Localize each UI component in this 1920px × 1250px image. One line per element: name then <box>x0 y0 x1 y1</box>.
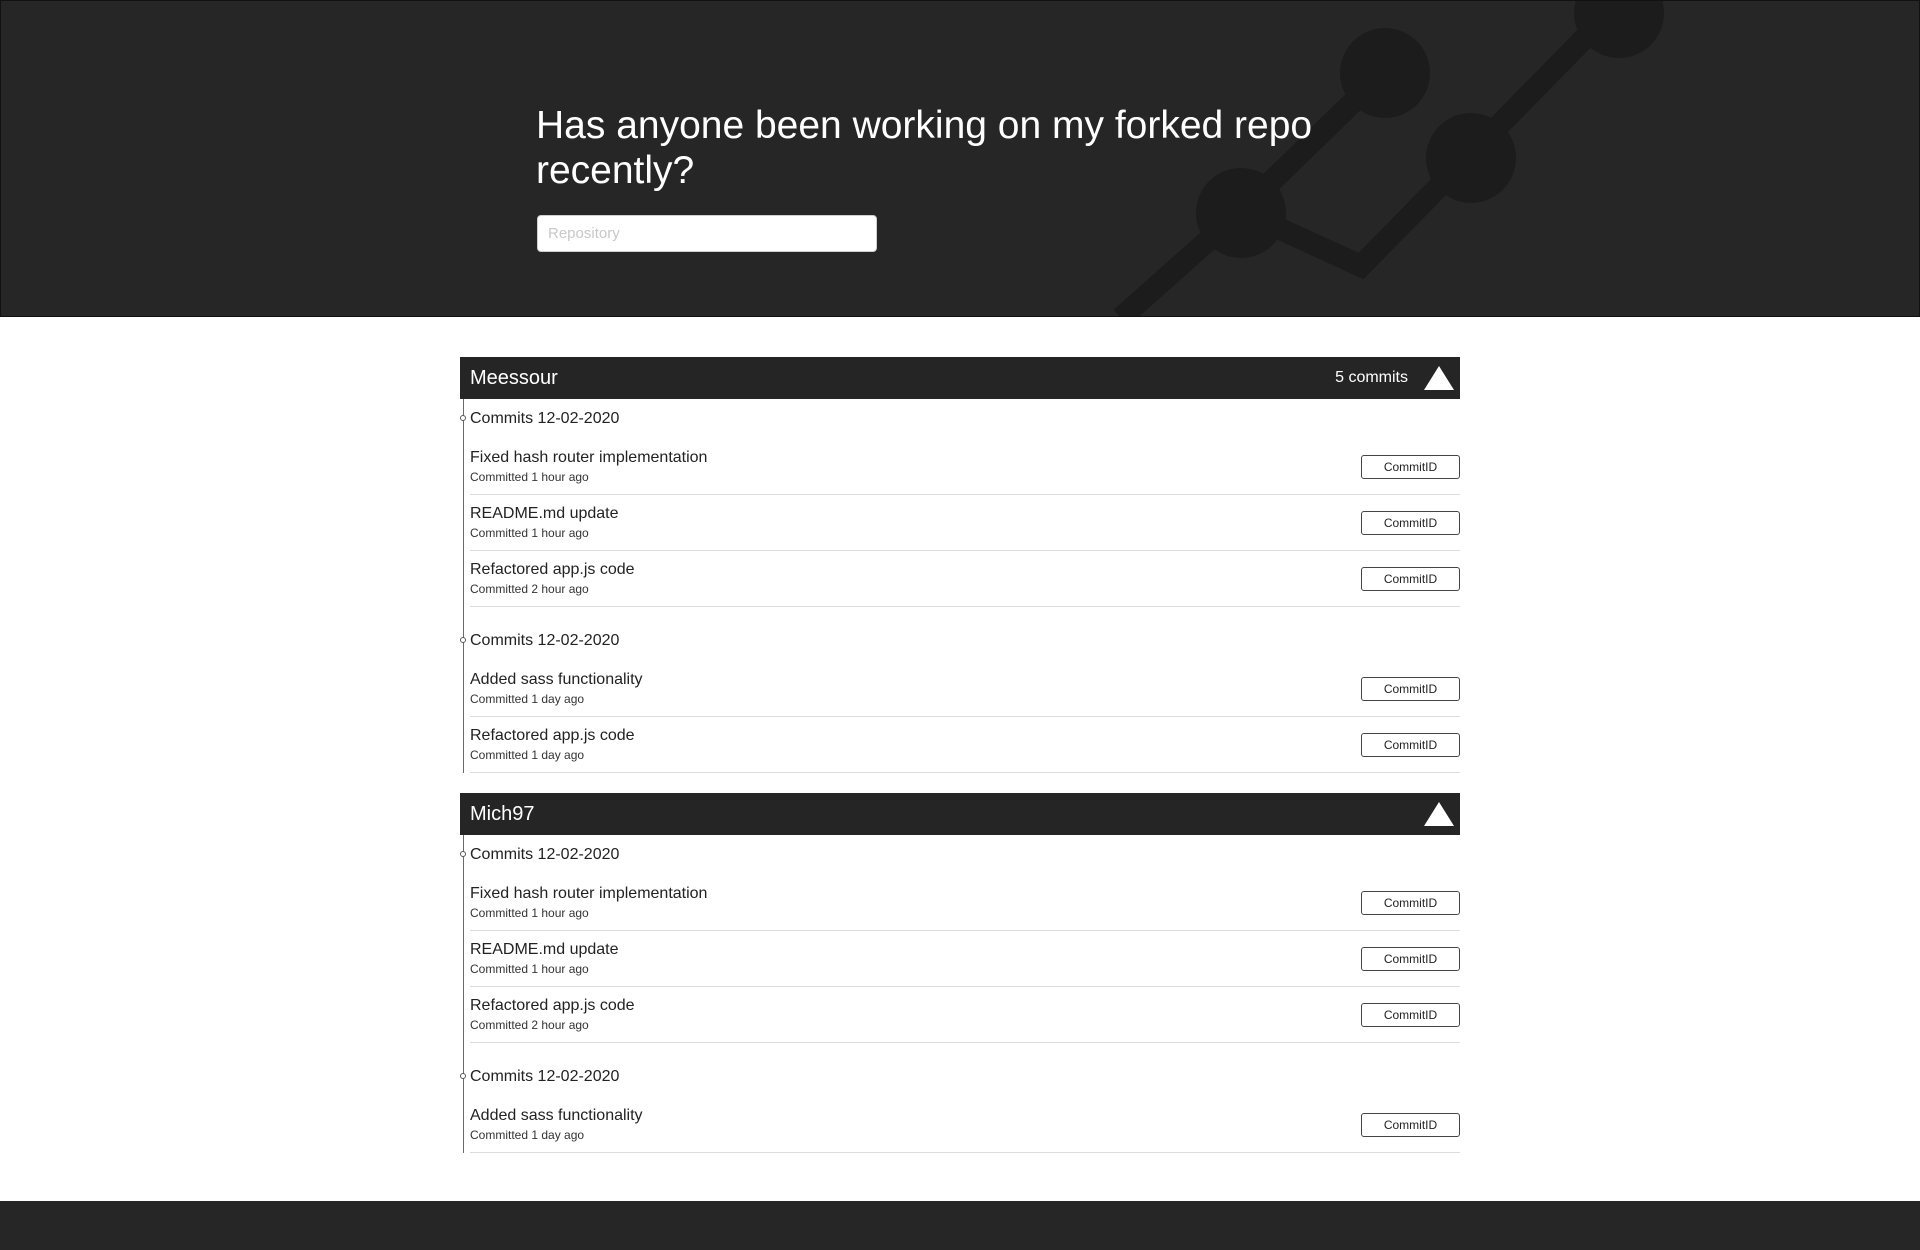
commit-id-button[interactable]: CommitID <box>1361 732 1460 757</box>
contributor-name: Mich97 <box>470 802 535 825</box>
timeline-line <box>463 835 464 1153</box>
page-footer <box>0 1201 1920 1250</box>
commit-id-button[interactable]: CommitID <box>1361 510 1460 535</box>
commit-group-header: Commits 12-02-2020 <box>460 621 1460 661</box>
commit-time: Committed 1 day ago <box>470 692 585 706</box>
contributors-list: Meessour 5 commits Commits 12-02-2020 Fi… <box>460 357 1460 1173</box>
commit-time: Committed 1 hour ago <box>470 962 589 976</box>
timeline-dot-icon <box>460 415 466 421</box>
commit-group: Commits 12-02-2020 Added sass functional… <box>460 1057 1460 1153</box>
commit-id-button[interactable]: CommitID <box>1361 946 1460 971</box>
page-title: Has anyone been working on my forked rep… <box>536 104 1313 192</box>
commit-item: Refactored app.js code Committed 2 hour … <box>470 987 1460 1043</box>
commit-group-label: Commits 12-02-2020 <box>470 1068 620 1085</box>
commit-item: README.md update Committed 1 hour ago Co… <box>470 931 1460 987</box>
commit-message: Fixed hash router implementation <box>470 885 708 902</box>
triangle-up-icon[interactable] <box>1418 793 1460 835</box>
commit-message: Fixed hash router implementation <box>470 449 708 466</box>
commit-count: 5 commits <box>1335 369 1408 386</box>
commit-message: README.md update <box>470 505 619 522</box>
timeline-line <box>463 399 464 773</box>
commit-group-label: Commits 12-02-2020 <box>470 632 620 649</box>
commit-item: Fixed hash router implementation Committ… <box>470 875 1460 931</box>
commit-time: Committed 1 day ago <box>470 748 585 762</box>
commit-group-label: Commits 12-02-2020 <box>470 410 620 427</box>
commit-group-label: Commits 12-02-2020 <box>470 846 620 863</box>
commit-message: Refactored app.js code <box>470 727 635 744</box>
commit-time: Committed 1 hour ago <box>470 526 589 540</box>
commit-group-header: Commits 12-02-2020 <box>460 835 1460 875</box>
commit-item: Fixed hash router implementation Committ… <box>470 439 1460 495</box>
commit-message: Added sass functionality <box>470 1107 643 1124</box>
commit-id-button[interactable]: CommitID <box>1361 1002 1460 1027</box>
commit-group: Commits 12-02-2020 Added sass functional… <box>460 621 1460 773</box>
commit-id-button[interactable]: CommitID <box>1361 566 1460 591</box>
timeline-dot-icon <box>460 851 466 857</box>
commit-id-button[interactable]: CommitID <box>1361 454 1460 479</box>
commit-item: Refactored app.js code Committed 1 day a… <box>470 717 1460 773</box>
commit-message: Refactored app.js code <box>470 997 635 1014</box>
commit-item: README.md update Committed 1 hour ago Co… <box>470 495 1460 551</box>
commit-time: Committed 2 hour ago <box>470 582 589 596</box>
commit-message: Added sass functionality <box>470 671 643 688</box>
timeline-dot-icon <box>460 1073 466 1079</box>
contributor-section: Meessour 5 commits Commits 12-02-2020 Fi… <box>460 357 1460 773</box>
contributor-commits: Commits 12-02-2020 Fixed hash router imp… <box>460 835 1460 1153</box>
commit-message: README.md update <box>470 941 619 958</box>
commit-time: Committed 1 day ago <box>470 1128 585 1142</box>
commit-id-button[interactable]: CommitID <box>1361 890 1460 915</box>
commit-id-button[interactable]: CommitID <box>1361 1112 1460 1137</box>
commit-group: Commits 12-02-2020 Fixed hash router imp… <box>460 835 1460 1043</box>
repository-input[interactable] <box>537 215 877 252</box>
commit-id-button[interactable]: CommitID <box>1361 676 1460 701</box>
commit-time: Committed 1 hour ago <box>470 906 589 920</box>
commit-group-header: Commits 12-02-2020 <box>460 1057 1460 1097</box>
commit-group-header: Commits 12-02-2020 <box>460 399 1460 439</box>
commit-item: Refactored app.js code Committed 2 hour … <box>470 551 1460 607</box>
contributor-header[interactable]: Meessour 5 commits <box>460 357 1460 399</box>
triangle-up-icon[interactable] <box>1418 357 1460 399</box>
commit-time: Committed 1 hour ago <box>470 470 589 484</box>
commit-group: Commits 12-02-2020 Fixed hash router imp… <box>460 399 1460 607</box>
timeline-dot-icon <box>460 637 466 643</box>
contributor-commits: Commits 12-02-2020 Fixed hash router imp… <box>460 399 1460 773</box>
contributor-section: Mich97 Commits 12-02-2020 Fixed hash rou… <box>460 793 1460 1153</box>
commit-message: Refactored app.js code <box>470 561 635 578</box>
contributor-header[interactable]: Mich97 <box>460 793 1460 835</box>
hero-banner: Has anyone been working on my forked rep… <box>0 0 1920 317</box>
commit-item: Added sass functionality Committed 1 day… <box>470 1097 1460 1153</box>
commit-time: Committed 2 hour ago <box>470 1018 589 1032</box>
commit-item: Added sass functionality Committed 1 day… <box>470 661 1460 717</box>
contributor-name: Meessour <box>470 366 558 389</box>
